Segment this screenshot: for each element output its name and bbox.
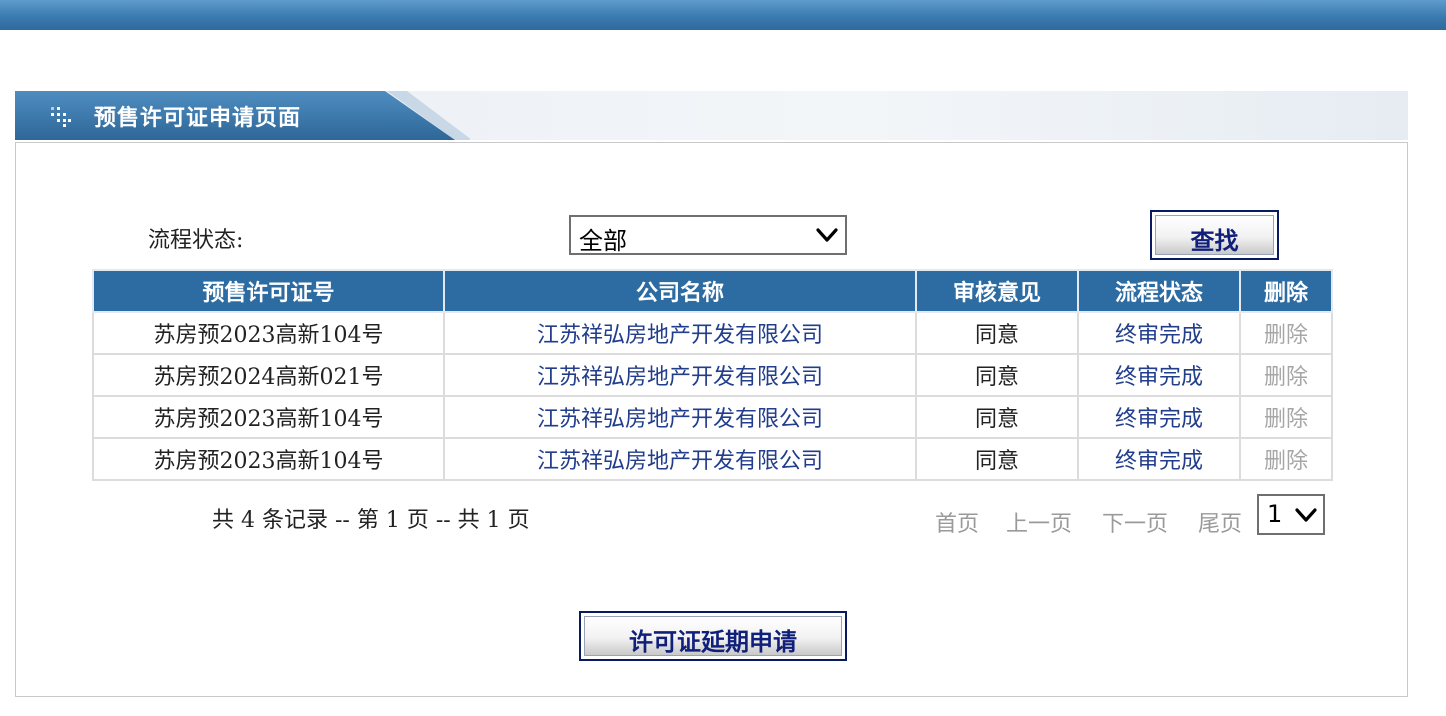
permit-no-cell: 苏房预2023高新104号 [92, 437, 445, 481]
opinion-cell: 同意 [915, 395, 1079, 439]
table-row: 苏房预2023高新104号 江苏祥弘房地产开发有限公司 同意 终审完成 删除 [92, 311, 1333, 355]
pager-last: 尾页 [1198, 512, 1243, 537]
flow-status-select[interactable]: 全部 [569, 215, 847, 255]
delete-link: 删除 [1239, 395, 1333, 439]
company-link[interactable]: 江苏祥弘房地产开发有限公司 [443, 311, 917, 355]
delete-link: 删除 [1239, 437, 1333, 481]
permit-no-cell: 苏房预2023高新104号 [92, 311, 445, 355]
opinion-cell: 同意 [915, 353, 1079, 397]
col-delete: 删除 [1239, 269, 1333, 313]
delete-link: 删除 [1239, 353, 1333, 397]
table-row: 苏房预2023高新104号 江苏祥弘房地产开发有限公司 同意 终审完成 删除 [92, 395, 1333, 439]
pager-summary: 共 4 条记录 -- 第 1 页 -- 共 1 页 [212, 508, 530, 533]
chevron-down-icon [1295, 508, 1317, 522]
pager-first: 首页 [935, 512, 980, 537]
permit-table: 预售许可证号 公司名称 审核意见 流程状态 删除 苏房预2023高新104号 江… [92, 269, 1333, 481]
flow-status-link[interactable]: 终审完成 [1077, 311, 1241, 355]
table-row: 苏房预2024高新021号 江苏祥弘房地产开发有限公司 同意 终审完成 删除 [92, 353, 1333, 397]
company-link[interactable]: 江苏祥弘房地产开发有限公司 [443, 353, 917, 397]
table-row: 苏房预2023高新104号 江苏祥弘房地产开发有限公司 同意 终审完成 删除 [92, 437, 1333, 481]
pager-next: 下一页 [1102, 512, 1169, 537]
flow-status-link[interactable]: 终审完成 [1077, 395, 1241, 439]
page-number-select[interactable]: 1 [1257, 494, 1325, 535]
table-header-row: 预售许可证号 公司名称 审核意见 流程状态 删除 [92, 269, 1333, 313]
flow-status-selected: 全部 [579, 227, 627, 255]
chevron-down-icon [816, 228, 838, 242]
top-banner [0, 0, 1446, 30]
page-number-selected: 1 [1267, 500, 1283, 528]
dots-grid-icon [51, 107, 71, 127]
col-flow-status: 流程状态 [1077, 269, 1241, 313]
panel-header: 预售许可证申请页面 [15, 91, 1408, 140]
pager-prev: 上一页 [1006, 512, 1073, 537]
col-opinion: 审核意见 [915, 269, 1079, 313]
delete-link: 删除 [1239, 311, 1333, 355]
company-link[interactable]: 江苏祥弘房地产开发有限公司 [443, 395, 917, 439]
flow-status-link[interactable]: 终审完成 [1077, 437, 1241, 481]
opinion-cell: 同意 [915, 311, 1079, 355]
col-permit-no: 预售许可证号 [92, 269, 445, 313]
flow-status-link[interactable]: 终审完成 [1077, 353, 1241, 397]
col-company: 公司名称 [443, 269, 917, 313]
permit-no-cell: 苏房预2023高新104号 [92, 395, 445, 439]
search-button-label: 查找 [1190, 227, 1239, 255]
opinion-cell: 同意 [915, 437, 1079, 481]
page-title: 预售许可证申请页面 [94, 106, 302, 131]
permit-no-cell: 苏房预2024高新021号 [92, 353, 445, 397]
extension-button-label: 许可证延期申请 [629, 628, 797, 656]
permit-extension-button[interactable]: 许可证延期申请 [579, 611, 847, 661]
flow-status-label: 流程状态: [148, 228, 244, 253]
company-link[interactable]: 江苏祥弘房地产开发有限公司 [443, 437, 917, 481]
search-button[interactable]: 查找 [1150, 210, 1279, 260]
